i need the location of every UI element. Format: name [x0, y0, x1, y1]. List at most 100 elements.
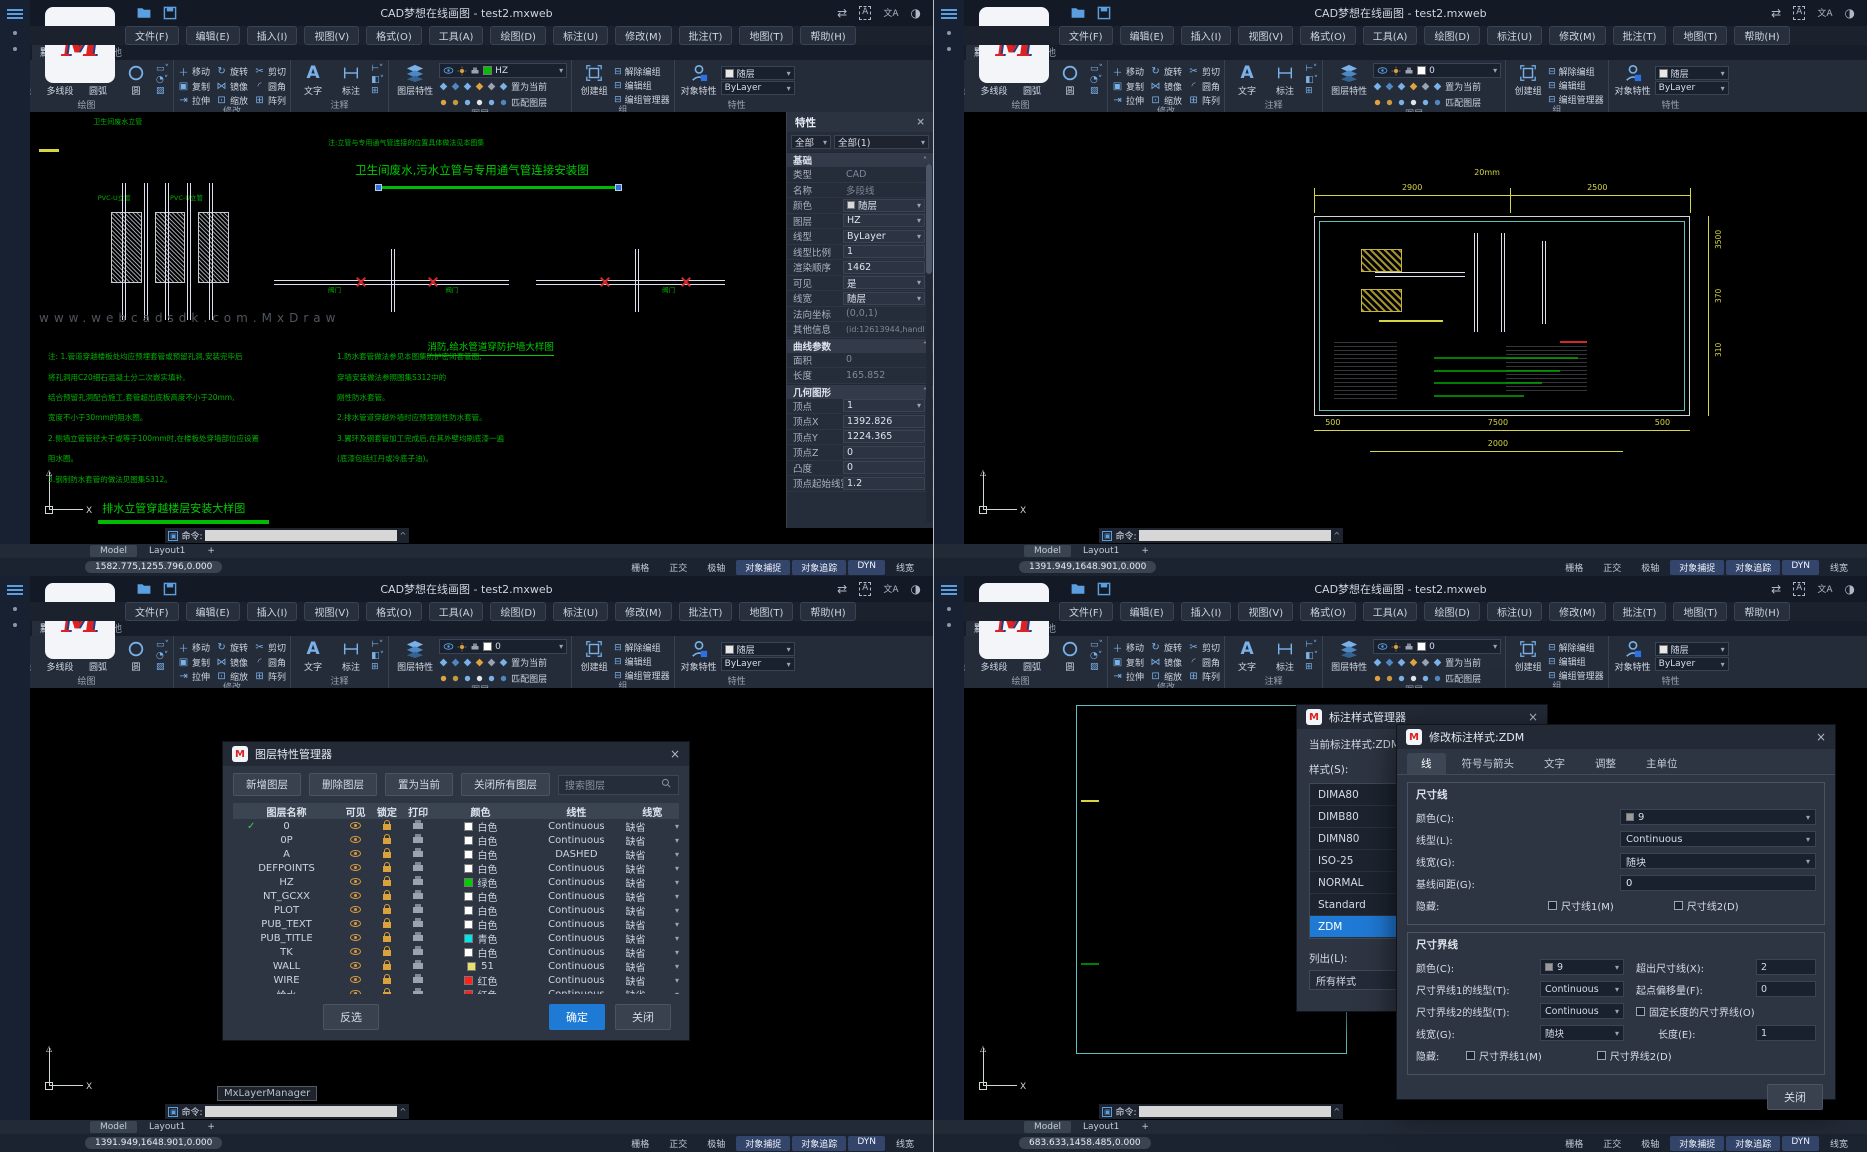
field-select[interactable]: Continuous▾ [1620, 831, 1816, 847]
object-color-select[interactable]: 随层▾ [1655, 642, 1729, 656]
layer-dialog-button[interactable]: 置为当前 [385, 773, 453, 796]
property-value[interactable]: 1392.826 [843, 415, 925, 428]
layer-tool-icon[interactable] [1409, 82, 1418, 91]
tool-modify[interactable]: ⊡缩放 [216, 670, 248, 683]
status-toggle[interactable]: 极轴 [698, 560, 734, 575]
layer-tool-icon[interactable] [1373, 674, 1382, 683]
tool-modify[interactable]: ⊡缩放 [216, 94, 248, 107]
table-tool-icon[interactable]: ⊞ [371, 662, 384, 672]
layer-tool-icon[interactable] [439, 98, 448, 107]
layer-tool-icon[interactable] [1385, 98, 1394, 107]
command-input[interactable] [1139, 530, 1330, 541]
layer-linetype[interactable]: Continuous [527, 905, 625, 916]
layer-row[interactable]: ✓0白色Continuous缺省▾ [233, 819, 679, 833]
hatch-tool-icon[interactable]: ▨ [1090, 662, 1103, 672]
hamburger-menu-icon[interactable] [941, 9, 957, 19]
layer-tool-icon[interactable] [463, 674, 472, 683]
layout-tab[interactable]: Model [1024, 545, 1071, 557]
status-toggle[interactable]: 对象追踪 [792, 560, 846, 575]
command-expand-icon[interactable]: ^ [400, 1107, 407, 1116]
print-icon[interactable] [413, 893, 423, 899]
status-toggle[interactable]: 栅格 [622, 560, 658, 575]
layer-tool-icon[interactable] [1373, 82, 1382, 91]
tool-dimension[interactable]: 标注 [1267, 62, 1303, 97]
property-value[interactable]: 0 [843, 446, 925, 459]
layout-tab[interactable]: + [1131, 1121, 1159, 1133]
object-properties-button[interactable]: 对象特性 [1613, 638, 1653, 673]
selection-grip[interactable] [615, 184, 622, 191]
visible-icon[interactable] [350, 934, 361, 941]
layer-tool-icon[interactable] [463, 98, 472, 107]
tool-modify[interactable]: ▣复制 [178, 80, 210, 93]
tool-modify[interactable]: ⋈镜像 [216, 656, 248, 669]
menu-item[interactable]: 绘图(D) [490, 602, 546, 621]
panel-section-header[interactable]: 基础˄ [787, 152, 933, 167]
checkbox[interactable]: 尺寸线2(D) [1674, 898, 1739, 913]
layer-linetype[interactable]: Continuous [527, 821, 625, 832]
leader-tool-icon[interactable]: ⊢˅ [371, 64, 384, 74]
layer-tool-icon[interactable] [1433, 674, 1442, 683]
command-expand-icon[interactable]: ^ [400, 531, 407, 540]
menu-item[interactable]: 批注(T) [1613, 26, 1667, 45]
layer-dialog-button[interactable]: 关闭所有图层 [461, 773, 550, 796]
hamburger-menu-icon[interactable] [7, 585, 23, 595]
layer-lineweight[interactable]: 缺省▾ [625, 833, 679, 848]
layer-linetype[interactable]: Continuous [527, 947, 625, 958]
rectangle-tool-icon[interactable]: ▭˅ [156, 64, 169, 74]
layer-color-cell[interactable]: 白色 [434, 903, 528, 918]
tool-modify[interactable]: ✂剪切 [1188, 640, 1220, 655]
menu-item[interactable]: 格式(O) [366, 602, 422, 621]
tool-modify[interactable]: ◜圆角 [1188, 656, 1220, 669]
layer-linetype[interactable]: Continuous [527, 961, 625, 972]
translate-icon[interactable]: 文A [883, 6, 898, 20]
tool-modify[interactable]: ⋈镜像 [1150, 80, 1182, 93]
group-tool[interactable]: ⊟解除编组 [1548, 65, 1604, 78]
layer-dialog-button[interactable]: 新增图层 [233, 773, 301, 796]
lock-icon[interactable] [383, 852, 391, 858]
command-expand-icon[interactable]: ^ [1334, 1107, 1341, 1116]
layer-color-cell[interactable]: 51 [434, 961, 528, 972]
property-value[interactable]: 随层▾ [843, 199, 925, 212]
tool-dimension[interactable]: 标注 [1267, 638, 1303, 673]
theme-icon[interactable]: ◑ [911, 582, 921, 596]
region-tool-icon[interactable]: ◧˅ [371, 651, 384, 661]
menu-item[interactable]: 标注(U) [1487, 26, 1542, 45]
tool-modify[interactable]: ↻旋转 [216, 640, 248, 655]
status-toggle[interactable]: 对象追踪 [1726, 1136, 1780, 1151]
menu-item[interactable]: 视图(V) [1238, 602, 1293, 621]
layer-tool-icon[interactable] [451, 98, 460, 107]
layer-color-cell[interactable]: 红色 [434, 987, 528, 994]
filter-select[interactable]: 全部▾ [791, 135, 831, 149]
menu-item[interactable]: 批注(T) [679, 602, 733, 621]
layer-row[interactable]: HZ绿色Continuous缺省▾ [233, 875, 679, 889]
dialog-tab[interactable]: 线 [1407, 753, 1446, 774]
layer-lineweight[interactable]: 缺省▾ [625, 903, 679, 918]
tool-modify[interactable]: ⇥拉伸 [1112, 94, 1144, 107]
field-select[interactable]: Continuous▾ [1540, 1003, 1624, 1019]
layer-linetype[interactable]: Continuous [527, 863, 625, 874]
tool-modify[interactable]: ↻旋转 [1150, 64, 1182, 79]
status-toggle[interactable]: 对象捕捉 [736, 1136, 790, 1151]
layer-row[interactable]: NT_GCXX白色Continuous缺省▾ [233, 889, 679, 903]
layer-lineweight[interactable]: 缺省▾ [625, 959, 679, 974]
status-toggle[interactable]: 栅格 [1556, 560, 1592, 575]
close-icon[interactable]: × [1816, 730, 1826, 744]
ellipse-tool-icon[interactable]: ◔˅ [1090, 651, 1103, 661]
status-toggle[interactable]: 正交 [1594, 1136, 1630, 1151]
field-select[interactable]: 随块▾ [1540, 1025, 1624, 1041]
menu-item[interactable]: 帮助(H) [800, 26, 855, 45]
object-properties-button[interactable]: 对象特性 [1613, 62, 1653, 97]
menu-item[interactable]: 文件(F) [125, 26, 179, 45]
close-icon[interactable]: × [916, 116, 925, 128]
property-value[interactable]: 0 [843, 461, 925, 474]
object-color-select[interactable]: 随层▾ [721, 642, 795, 656]
table-tool-icon[interactable]: ⊞ [371, 86, 384, 96]
layer-row[interactable]: TK白色Continuous缺省▾ [233, 945, 679, 959]
layer-tool-icon[interactable] [499, 658, 508, 667]
layer-row[interactable]: PUB_TEXT白色Continuous缺省▾ [233, 917, 679, 931]
status-toggle[interactable]: 栅格 [622, 1136, 658, 1151]
layer-color-cell[interactable]: 白色 [434, 889, 528, 904]
lock-icon[interactable] [383, 978, 391, 984]
print-icon[interactable] [413, 963, 423, 969]
status-toggle[interactable]: DYN [1782, 560, 1819, 575]
